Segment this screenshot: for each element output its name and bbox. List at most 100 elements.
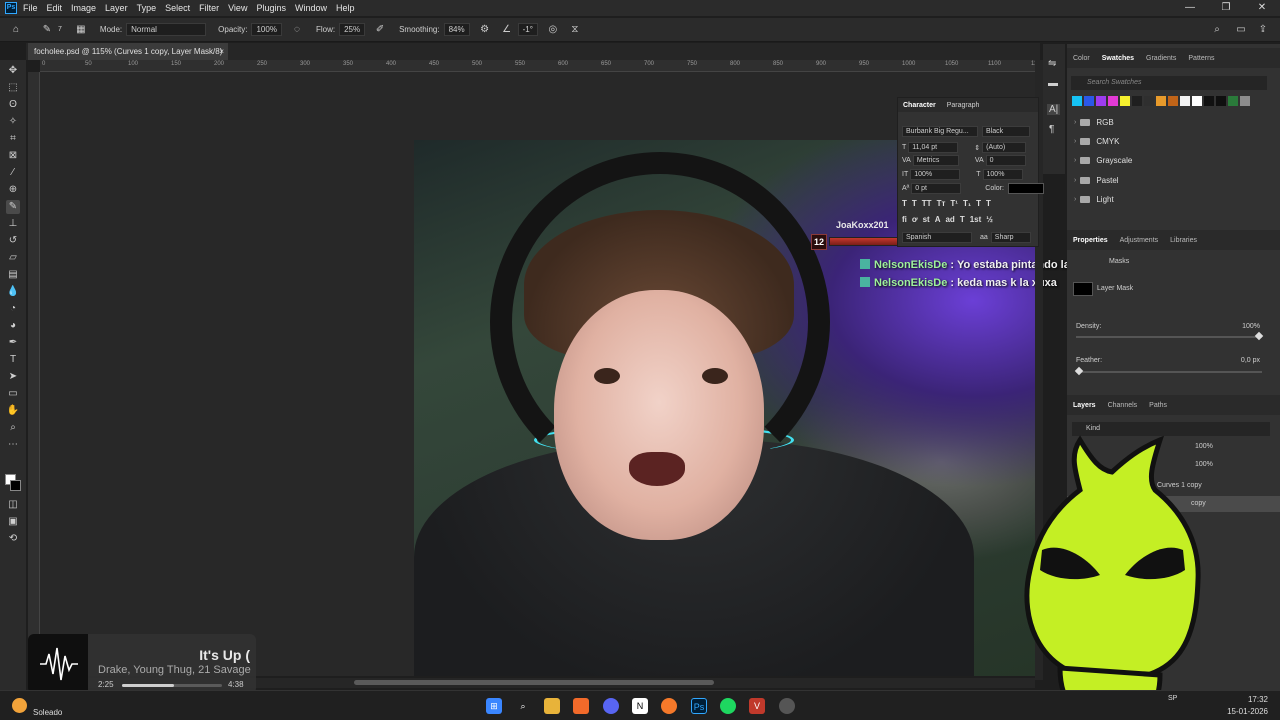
type-tool-icon[interactable]: T	[6, 353, 20, 367]
minimize-icon[interactable]: —	[1172, 0, 1208, 16]
menu-file[interactable]: File	[23, 3, 38, 13]
tab-channels[interactable]: Channels	[1108, 402, 1138, 409]
swatch-folder[interactable]: › Pastel	[1074, 176, 1119, 185]
angle-input[interactable]: -1°	[517, 23, 538, 36]
faux-italic-icon[interactable]: T	[912, 199, 917, 208]
density-slider-knob[interactable]	[1254, 331, 1264, 341]
canvas-area[interactable]: JoaKoxx201 12	[40, 72, 1035, 676]
color-swatch[interactable]	[1228, 96, 1238, 106]
eyedropper-tool-icon[interactable]: ⁄	[6, 166, 20, 180]
stylistic-icon[interactable]: ad	[945, 215, 954, 224]
density-value[interactable]: 100%	[1242, 323, 1260, 330]
ordinal-icon[interactable]: 1st	[970, 215, 982, 224]
menu-view[interactable]: View	[228, 3, 247, 13]
close-icon[interactable]: ✕	[1244, 0, 1280, 16]
history-icon[interactable]: ⇋	[1048, 58, 1056, 69]
pressure-size-icon[interactable]: ◎	[547, 24, 559, 36]
zoom-tool-icon[interactable]: ⌕	[6, 421, 20, 435]
color-swatch[interactable]	[1180, 96, 1190, 106]
home-icon[interactable]: ⌂	[10, 24, 22, 36]
background-color-swatch[interactable]	[10, 480, 21, 491]
tab-paragraph[interactable]: Paragraph	[947, 102, 980, 109]
start-icon[interactable]: ⊞	[486, 698, 502, 714]
density-slider[interactable]	[1076, 331, 1264, 341]
color-swatch[interactable]	[1120, 96, 1130, 106]
discretionary-icon[interactable]: st	[923, 215, 930, 224]
close-tab-icon[interactable]: ×	[219, 43, 224, 60]
tab-color[interactable]: Color	[1073, 55, 1090, 62]
notion-icon[interactable]: N	[632, 698, 648, 714]
all-caps-icon[interactable]: TT	[922, 199, 932, 208]
menu-plugins[interactable]: Plugins	[256, 3, 286, 13]
brush-settings-icon[interactable]: ▦	[75, 24, 87, 36]
color-swatch[interactable]	[1084, 96, 1094, 106]
dodge-alt-tool-icon[interactable]: ◕	[6, 319, 20, 333]
valorant-icon[interactable]: V	[749, 698, 765, 714]
ligature-icon[interactable]: fi	[902, 215, 907, 224]
screen-mode-icon[interactable]: ▣	[6, 515, 20, 529]
tab-adjustments[interactable]: Adjustments	[1120, 237, 1159, 244]
titling-icon[interactable]: T	[960, 215, 965, 224]
eraser-tool-icon[interactable]: ▱	[6, 251, 20, 265]
tab-character[interactable]: Character	[903, 102, 936, 109]
swatches-search-input[interactable]: Search Swatches	[1071, 76, 1267, 90]
blur-tool-icon[interactable]: 💧	[6, 285, 20, 299]
path-select-tool-icon[interactable]: ➤	[6, 370, 20, 384]
tab-paths[interactable]: Paths	[1149, 402, 1167, 409]
app-icon[interactable]	[779, 698, 795, 714]
horizontal-scroll-thumb[interactable]	[354, 680, 714, 685]
underline-icon[interactable]: T	[976, 199, 981, 208]
menu-window[interactable]: Window	[295, 3, 327, 13]
feather-slider-knob[interactable]	[1074, 366, 1084, 376]
menu-help[interactable]: Help	[336, 3, 355, 13]
lasso-tool-icon[interactable]: ʘ	[6, 98, 20, 112]
kerning-input[interactable]: Metrics	[912, 155, 959, 166]
discord-icon[interactable]	[603, 698, 619, 714]
swatch-folder[interactable]: › CMYK	[1074, 137, 1119, 146]
menu-type[interactable]: Type	[137, 3, 157, 13]
color-swatch[interactable]	[1240, 96, 1250, 106]
marquee-tool-icon[interactable]: ⬚	[6, 81, 20, 95]
smoothing-gear-icon[interactable]: ⚙	[479, 24, 491, 36]
comments-icon[interactable]: ▬	[1048, 78, 1058, 89]
mode-select[interactable]: Normal	[126, 23, 207, 36]
media-player-widget[interactable]: It's Up ( Drake, Young Thug, 21 Savage 2…	[28, 634, 256, 694]
maximize-icon[interactable]: ❐	[1208, 0, 1244, 16]
vscale-input[interactable]: 100%	[910, 169, 961, 180]
color-swatch[interactable]	[1144, 96, 1154, 106]
photoshop-taskbar-icon[interactable]: Ps	[691, 698, 707, 714]
color-swatch[interactable]	[1192, 96, 1202, 106]
swatch-folder[interactable]: › RGB	[1074, 118, 1114, 127]
frame-tool-icon[interactable]: ⊠	[6, 149, 20, 163]
quick-select-tool-icon[interactable]: ✧	[6, 115, 20, 129]
color-swatch[interactable]	[1156, 96, 1166, 106]
pressure-opacity-icon[interactable]: ◌	[291, 24, 303, 36]
swash-icon[interactable]: A	[935, 215, 941, 224]
color-swatch[interactable]	[1108, 96, 1118, 106]
airbrush-icon[interactable]: ✐	[374, 24, 386, 36]
crop-tool-icon[interactable]: ⌗	[6, 132, 20, 146]
feather-slider[interactable]	[1074, 366, 1262, 376]
color-swatch[interactable]	[1132, 96, 1142, 106]
generative-icon[interactable]: ⟲	[6, 532, 20, 546]
tab-properties[interactable]: Properties	[1073, 237, 1108, 244]
text-color-swatch[interactable]	[1007, 183, 1044, 194]
menu-layer[interactable]: Layer	[105, 3, 128, 13]
menu-filter[interactable]: Filter	[199, 3, 219, 13]
more-tools-icon[interactable]: ⋯	[6, 438, 20, 452]
tracking-input[interactable]: 0	[985, 155, 1026, 166]
smoothing-input[interactable]: 84%	[443, 23, 470, 36]
color-swatch[interactable]	[1096, 96, 1106, 106]
healing-tool-icon[interactable]: ⊕	[6, 183, 20, 197]
menu-edit[interactable]: Edit	[47, 3, 63, 13]
tab-swatches[interactable]: Swatches	[1102, 55, 1134, 62]
paragraph-icon[interactable]: ¶	[1049, 124, 1054, 135]
hscale-input[interactable]: 100%	[982, 169, 1023, 180]
history-brush-tool-icon[interactable]: ↺	[6, 234, 20, 248]
flow-input[interactable]: 25%	[339, 23, 366, 36]
leading-input[interactable]: (Auto)	[982, 142, 1027, 153]
feather-value[interactable]: 0,0 px	[1241, 357, 1260, 364]
search-icon[interactable]: ⌕	[1211, 24, 1223, 36]
document-tab[interactable]: focholee.psd @ 115% (Curves 1 copy, Laye…	[28, 43, 228, 60]
antialias-select[interactable]: Sharp	[990, 232, 1031, 243]
